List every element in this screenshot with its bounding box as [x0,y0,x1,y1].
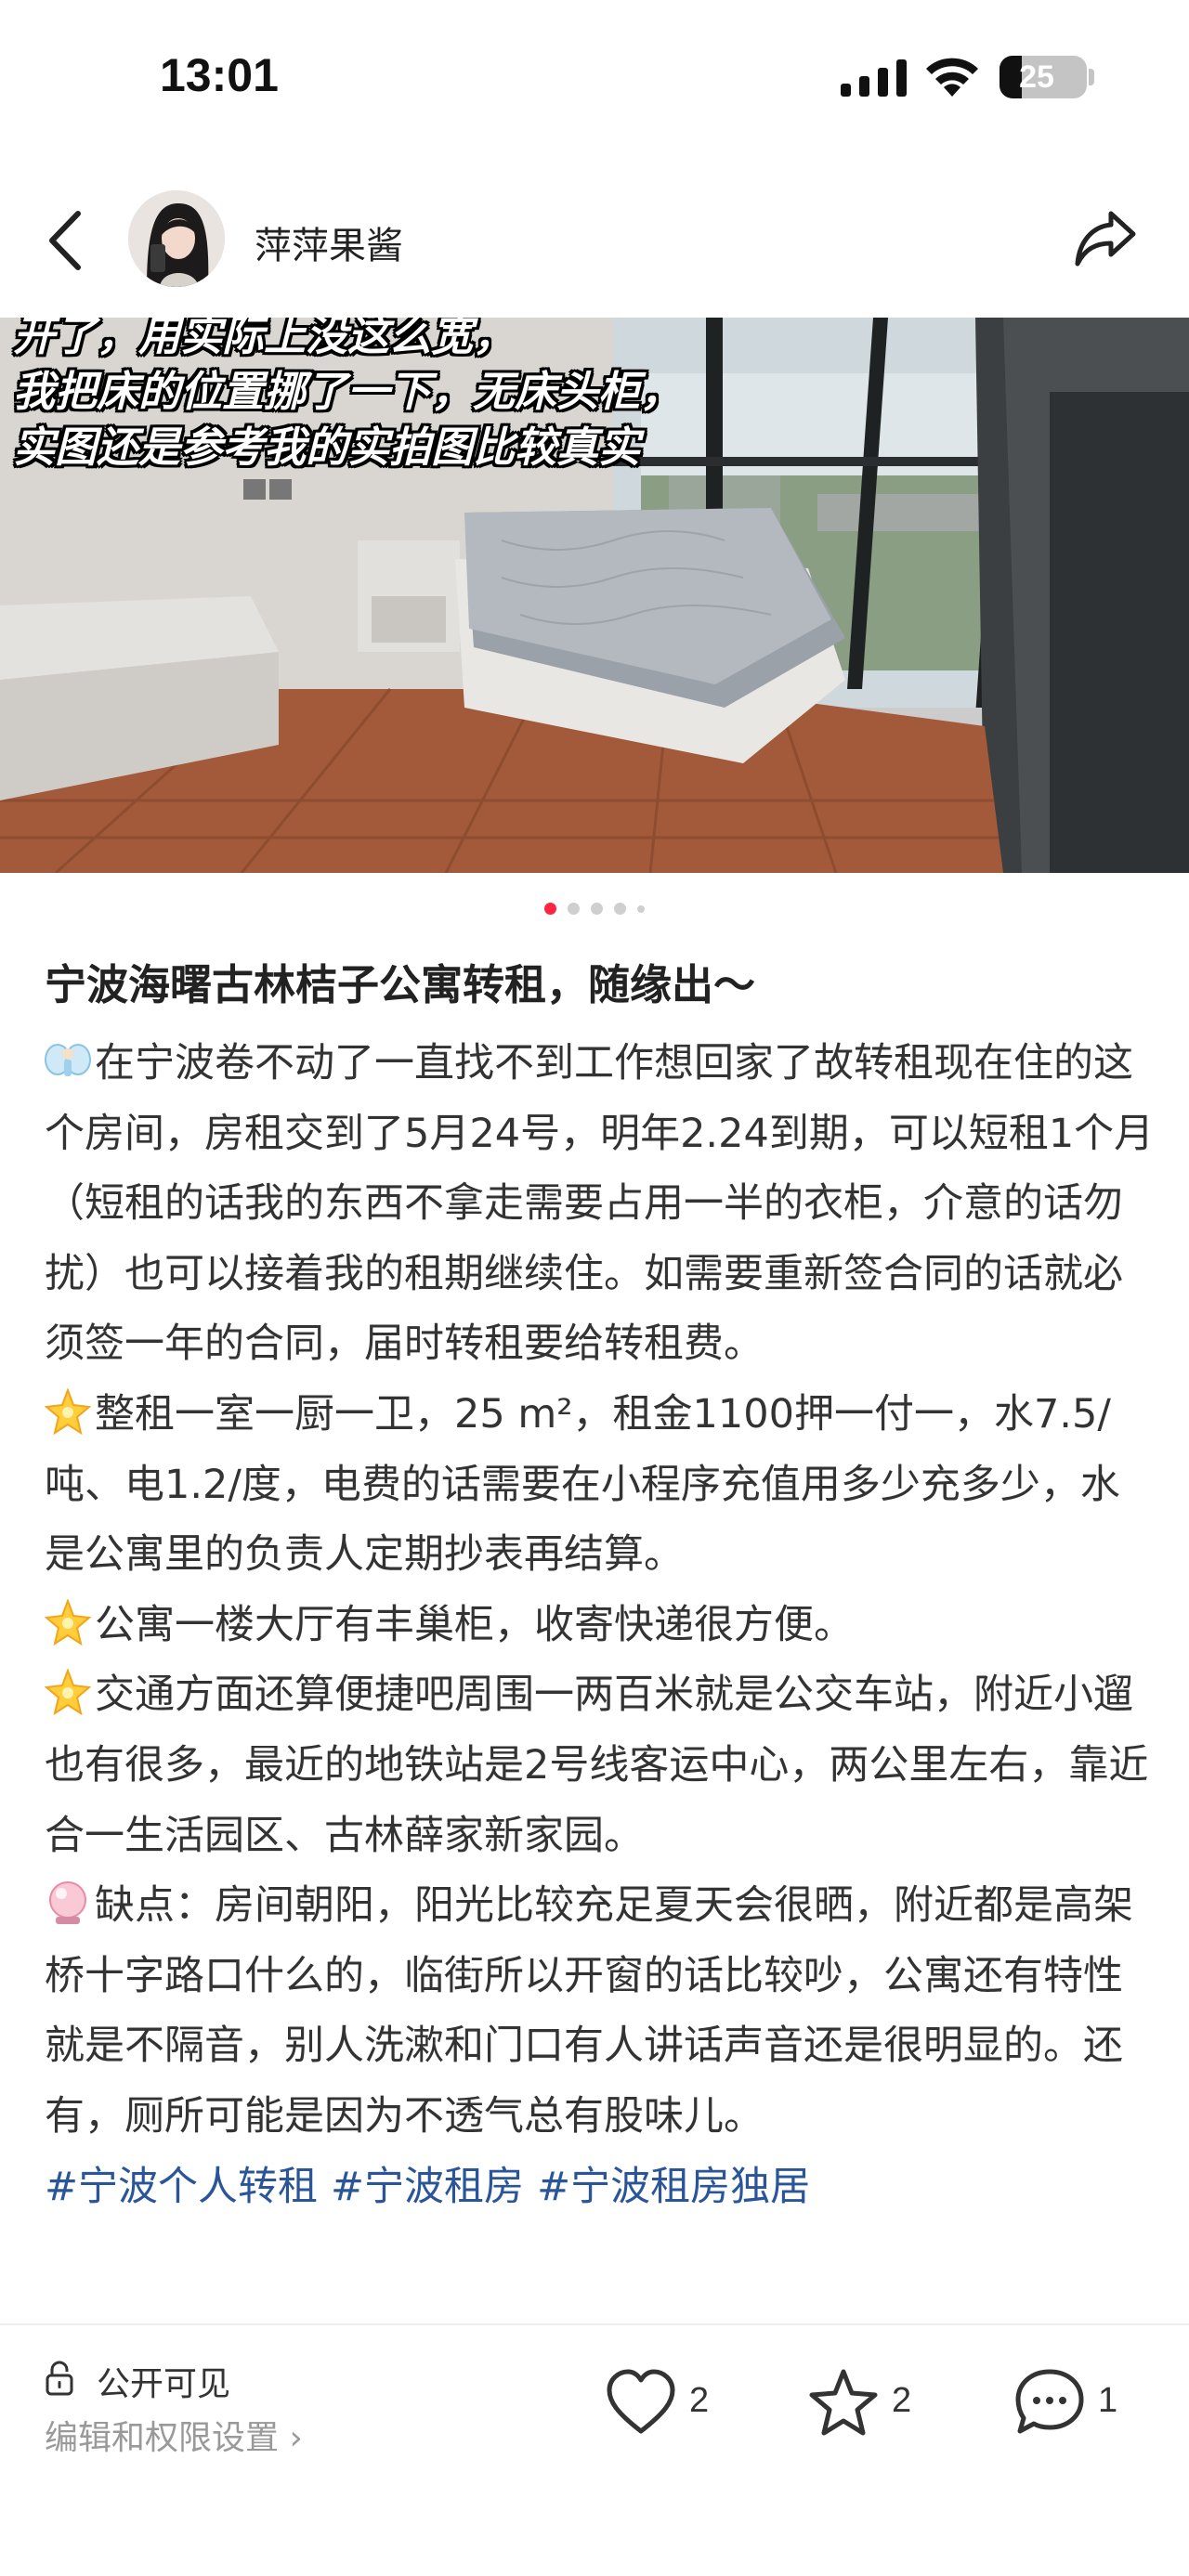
sparkle-star-emoji-icon [45,1598,91,1646]
carousel-indicator [0,899,1189,917]
carousel-dot [568,903,580,915]
status-time: 13:01 [160,49,279,101]
paragraph-text: 缺点：房间朝阳，阳光比较充足夏天会很晒，附近都是高架桥十字路口什么的，临街所以开… [45,1882,1133,2140]
caption-line: 开了，用实际上没这么宽， [13,318,516,360]
author-name[interactable]: 萍萍果酱 [255,215,403,269]
lock-icon [46,2361,73,2396]
carousel-dot [614,903,626,915]
tag-list: #宁波个人转租 #宁波租房 #宁波租房独居 [45,2153,1159,2223]
wifi-icon [926,58,978,97]
paragraph-text: 公寓一楼大厅有丰巢柜，收寄快递很方便。 [95,1601,854,1648]
paragraph: 公寓一楼大厅有丰巢柜，收寄快递很方便。 [45,1591,1159,1661]
heart-icon [607,2369,675,2434]
paragraph-text: 整租一室一厨一卫，25 m²，租金1100押一付一，水7.5/吨、电1.2/度，… [45,1390,1120,1579]
comment-icon [1015,2369,1084,2434]
status-bar: 13:01 25 [0,0,1189,158]
fairy-emoji-icon [45,1044,91,1076]
comment-count: 1 [1098,2381,1118,2420]
carousel-dot-active [544,903,556,915]
collect-count: 2 [892,2381,912,2420]
battery-icon: 25 [1000,56,1087,98]
paragraph: 缺点：房间朝阳，阳光比较充足夏天会很晒，附近都是高架桥十字路口什么的，临街所以开… [45,1871,1159,2152]
like-count: 2 [689,2381,710,2420]
battery-level: 25 [1019,59,1054,95]
sparkle-star-emoji-icon [45,1669,91,1716]
sparkle-star-emoji-icon [45,1387,91,1435]
hashtag-link[interactable]: #宁波个人转租 [45,2164,318,2210]
caption-line: 我把床的位置挪了一下，无床头柜， [13,367,683,416]
edit-permission-settings-link[interactable]: 编辑和权限设置 › [45,2411,303,2459]
paragraph: 在宁波卷不动了一直找不到工作想回家了故转租现在住的这个房间，房租交到了5月24号… [45,1029,1159,1380]
note-header: 萍萍果酱 [0,186,1189,297]
note-body: 在宁波卷不动了一直找不到工作想回家了故转租现在住的这个房间，房租交到了5月24号… [45,1029,1159,2222]
caption-line: 实图还是参考我的实拍图比较真实 [13,423,641,472]
carousel-dot [591,903,603,915]
home-indicator-area [0,2517,1189,2572]
star-icon [809,2369,878,2436]
signal-icon [841,59,907,97]
avatar[interactable] [128,190,225,287]
photo-caption: 开了，用实际上没这么宽， 我把床的位置挪了一下，无床头柜， 实图还是参考我的实拍… [0,318,799,475]
share-icon[interactable] [1074,208,1139,269]
paragraph: 交通方面还算便捷吧周围一两百米就是公交车站，附近小遛也有很多，最近的地铁站是2号… [45,1660,1159,1871]
hashtag-link[interactable]: #宁波租房独居 [537,2164,810,2210]
crystal-ball-emoji-icon [49,1881,86,1925]
paragraph-text: 交通方面还算便捷吧周围一两百米就是公交车站，附近小遛也有很多，最近的地铁站是2号… [45,1672,1149,1859]
paragraph: 整租一室一厨一卫，25 m²，租金1100押一付一，水7.5/吨、电1.2/度，… [45,1380,1159,1591]
note-photo[interactable]: 开了，用实际上没这么宽， 我把床的位置挪了一下，无床头柜， 实图还是参考我的实拍… [0,318,1189,873]
back-icon[interactable] [37,208,93,273]
bottom-divider [0,2323,1189,2325]
note-title: 宁波海曙古林桔子公寓转租，随缘出～ [45,960,756,1009]
paragraph-text: 在宁波卷不动了一直找不到工作想回家了故转租现在住的这个房间，房租交到了5月24号… [45,1040,1155,1368]
carousel-dot [637,904,645,913]
visibility-label: 公开可见 [97,2365,231,2403]
hashtag-link[interactable]: #宁波租房 [331,2164,524,2210]
